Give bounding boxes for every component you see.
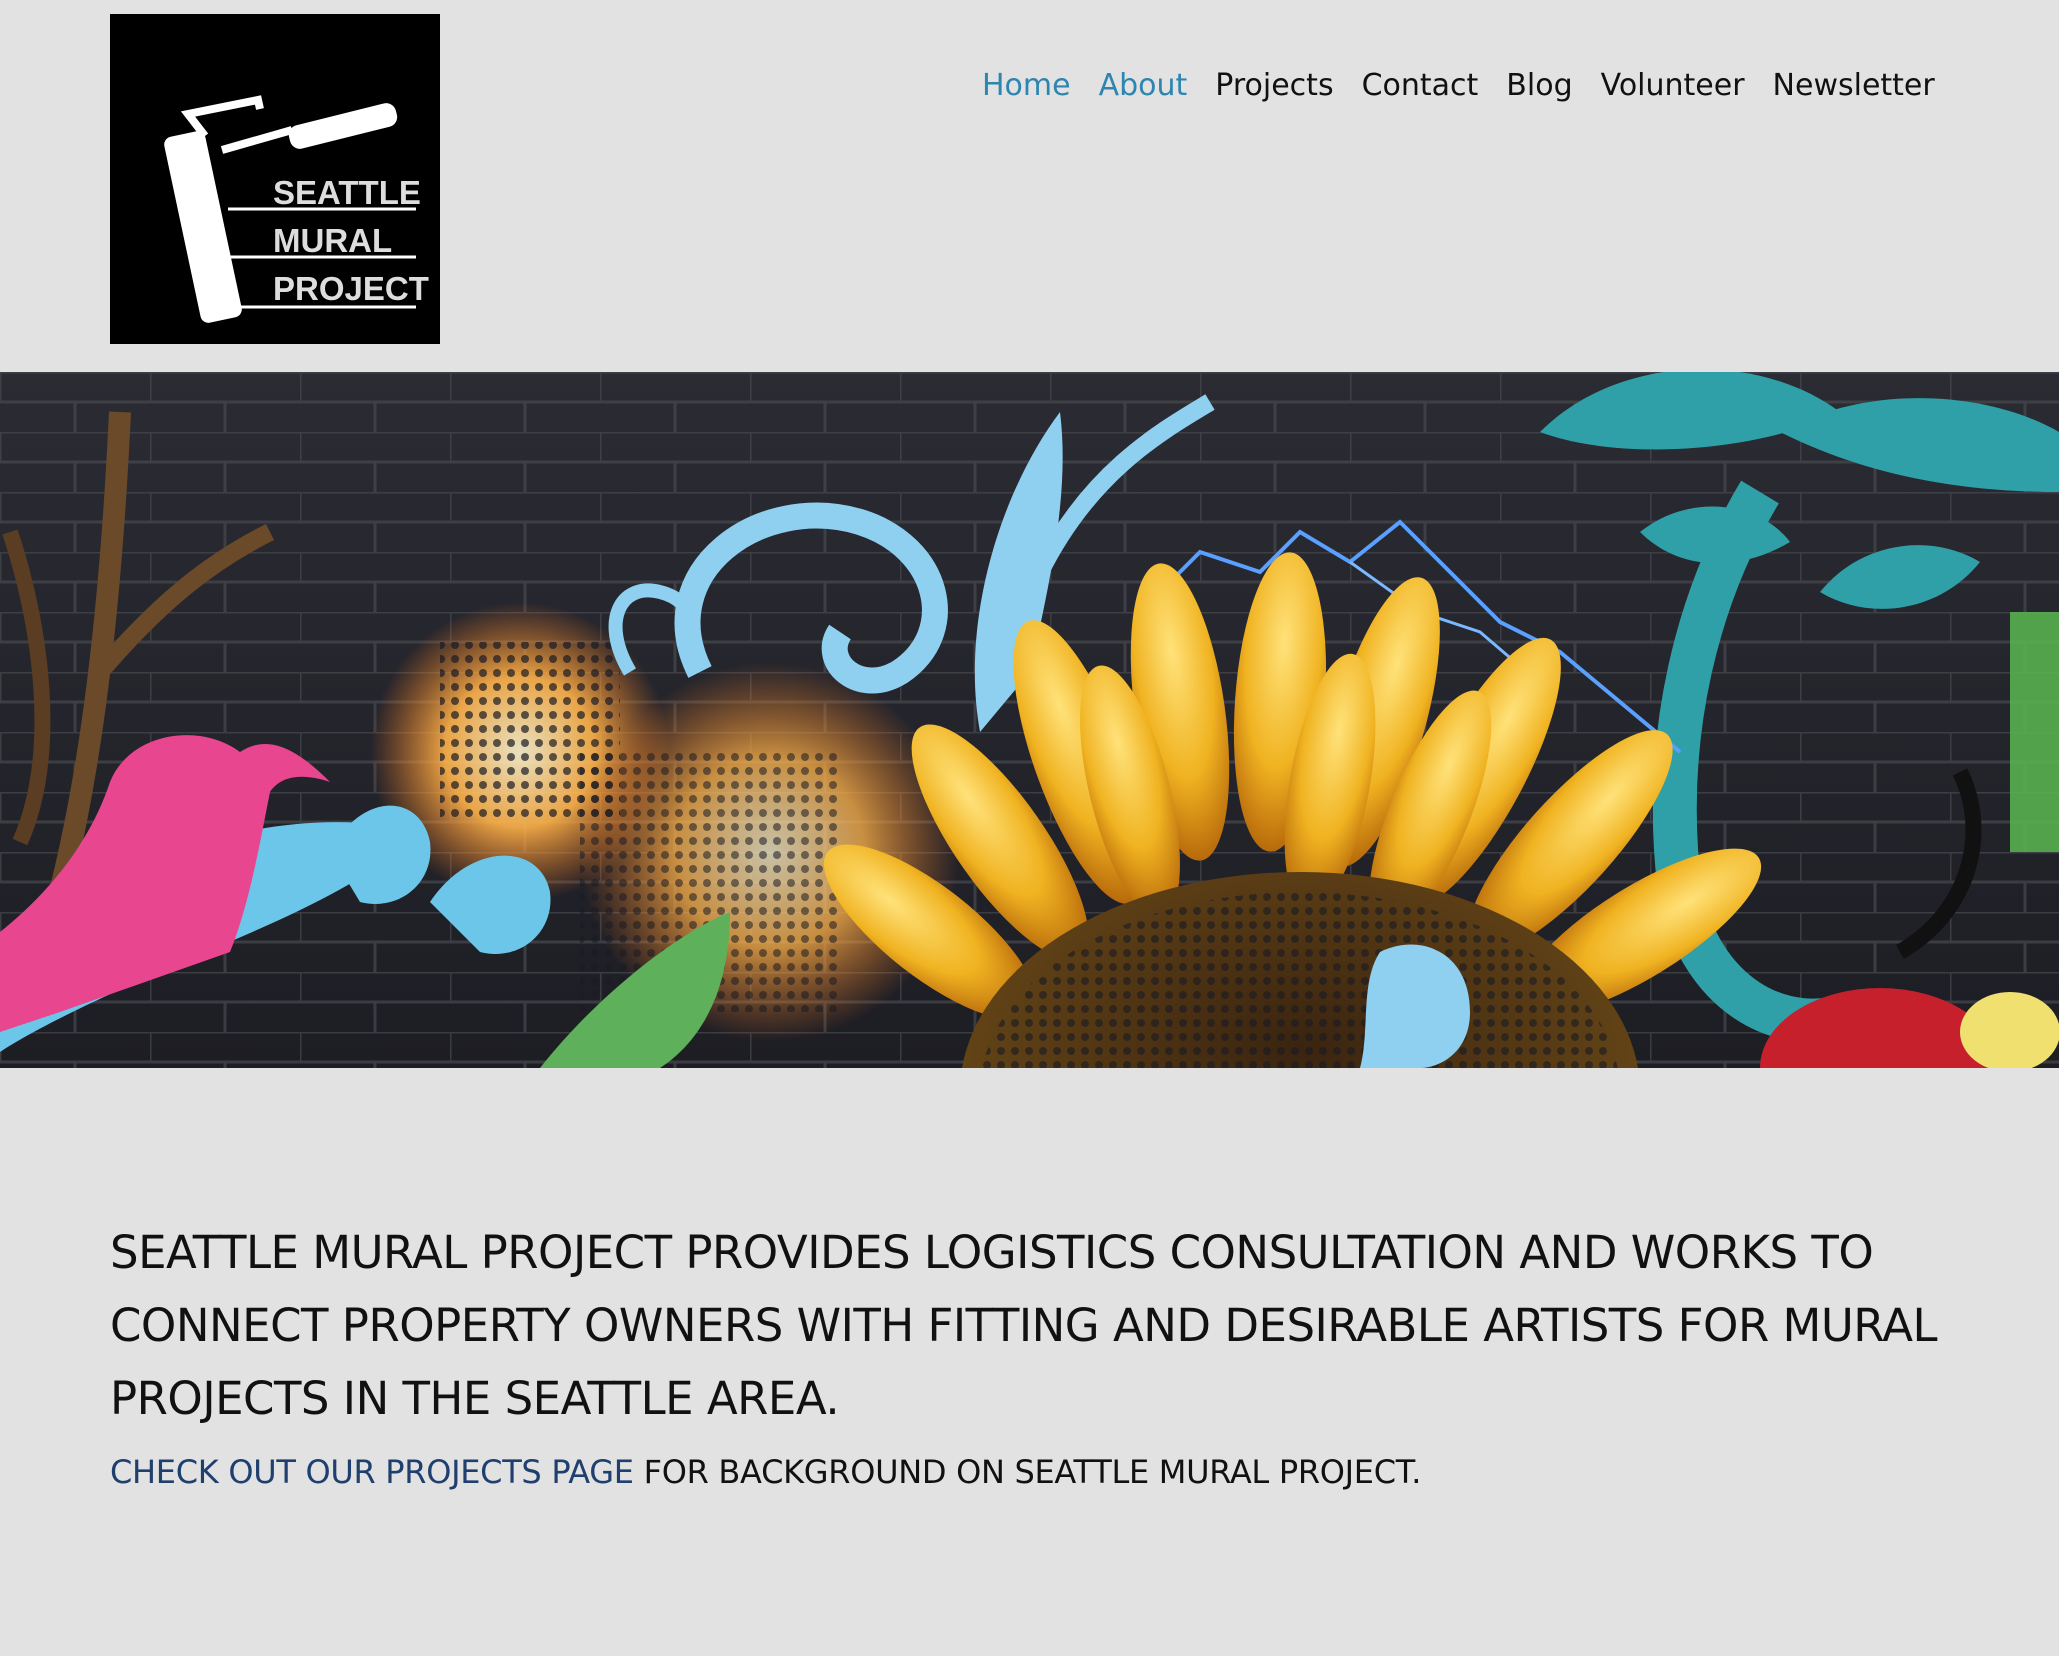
sunflower-mural-image: [0, 372, 2059, 1068]
projects-cta: CHECK OUT OUR PROJECTS PAGE FOR BACKGROU…: [110, 1450, 1421, 1494]
nav-contact[interactable]: Contact: [1362, 66, 1479, 106]
projects-page-link[interactable]: CHECK OUT OUR PROJECTS PAGE: [110, 1453, 634, 1491]
main-nav: Home About Projects Contact Blog Volunte…: [982, 66, 1935, 106]
nav-home[interactable]: Home: [982, 66, 1071, 106]
logo-line-3: PROJECT: [273, 270, 429, 307]
nav-about[interactable]: About: [1099, 66, 1188, 106]
logo-line-1: SEATTLE: [273, 174, 421, 211]
nav-newsletter[interactable]: Newsletter: [1773, 66, 1935, 106]
site-logo[interactable]: SEATTLE MURAL PROJECT: [110, 14, 440, 344]
tagline: SEATTLE MURAL PROJECT PROVIDES LOGISTICS…: [110, 1226, 1938, 1425]
cta-rest-text: FOR BACKGROUND ON SEATTLE MURAL PROJECT.: [633, 1453, 1422, 1491]
logo-line-2: MURAL: [273, 222, 392, 259]
nav-projects[interactable]: Projects: [1215, 66, 1333, 106]
nav-blog[interactable]: Blog: [1506, 66, 1572, 106]
hero-banner: [0, 372, 2059, 1068]
nav-volunteer[interactable]: Volunteer: [1601, 66, 1745, 106]
